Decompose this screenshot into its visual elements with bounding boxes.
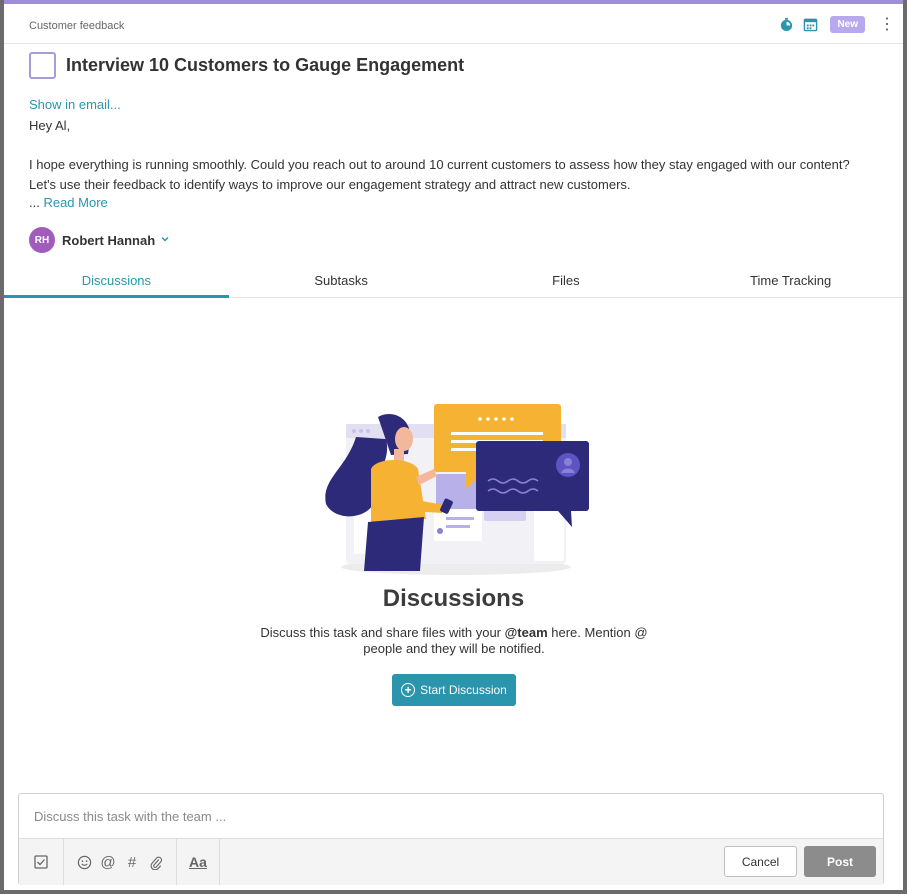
assignee-name: Robert Hannah: [62, 232, 156, 248]
more-vertical-icon[interactable]: ⋮: [879, 16, 895, 32]
empty-state-description: Discuss this task and share files with y…: [249, 625, 659, 657]
chevron-down-icon[interactable]: [160, 231, 170, 249]
read-more-link[interactable]: Read More: [43, 195, 107, 210]
show-in-email-link[interactable]: Show in email...: [29, 97, 121, 112]
breadcrumb[interactable]: Customer feedback: [29, 20, 124, 32]
emoji-icon[interactable]: [76, 854, 92, 870]
timer-icon[interactable]: [778, 17, 794, 33]
task-description: I hope everything is running smoothly. C…: [29, 157, 850, 192]
team-mention: @team: [504, 625, 548, 640]
read-more-row: ... Read More: [29, 195, 108, 210]
calendar-icon[interactable]: [802, 17, 818, 33]
plus-circle-icon: +: [401, 683, 416, 697]
assignee-selector[interactable]: RH Robert Hannah: [29, 227, 170, 253]
empty-desc-part1: Discuss this task and share files with y…: [260, 625, 505, 640]
task-complete-checkbox[interactable]: [29, 52, 56, 79]
tab-discussions[interactable]: Discussions: [4, 266, 229, 298]
discussions-illustration: [325, 404, 589, 575]
toolbar-group-insert: @ #: [64, 839, 177, 885]
status-badge[interactable]: New: [830, 16, 865, 33]
checkbox-icon[interactable]: [33, 854, 49, 870]
hashtag-icon[interactable]: #: [124, 854, 140, 871]
toolbar-group-format: Aa: [177, 839, 220, 885]
post-button[interactable]: Post: [804, 846, 876, 877]
text-format-icon[interactable]: Aa: [189, 854, 207, 870]
task-detail-panel: Customer feedback New ⋮ Interview 10 Cus…: [4, 0, 903, 890]
tab-files[interactable]: Files: [454, 266, 679, 297]
avatar: RH: [29, 227, 55, 253]
cancel-button[interactable]: Cancel: [724, 846, 797, 877]
header-actions: New ⋮: [778, 16, 895, 33]
discussion-composer: @ # Aa Cancel Post: [18, 793, 884, 885]
tab-subtasks[interactable]: Subtasks: [229, 266, 454, 297]
task-greeting: Hey Al,: [29, 118, 71, 133]
task-tabs: Discussions Subtasks Files Time Tracking: [4, 266, 903, 298]
discussion-input[interactable]: [19, 794, 883, 838]
composer-toolbar: @ # Aa Cancel Post: [19, 838, 883, 885]
empty-state-title: Discussions: [382, 585, 525, 612]
ellipsis-text: ...: [29, 195, 44, 210]
toolbar-group-task: [19, 839, 64, 885]
start-discussion-button[interactable]: + Start Discussion: [392, 674, 516, 706]
attachment-icon[interactable]: [148, 854, 164, 870]
tab-time-tracking[interactable]: Time Tracking: [678, 266, 903, 297]
panel-header: Customer feedback New ⋮: [4, 4, 903, 44]
mention-icon[interactable]: @: [100, 854, 116, 871]
start-discussion-label: Start Discussion: [420, 683, 507, 697]
task-title[interactable]: Interview 10 Customers to Gauge Engageme…: [66, 55, 464, 76]
task-title-row: Interview 10 Customers to Gauge Engageme…: [29, 52, 464, 79]
